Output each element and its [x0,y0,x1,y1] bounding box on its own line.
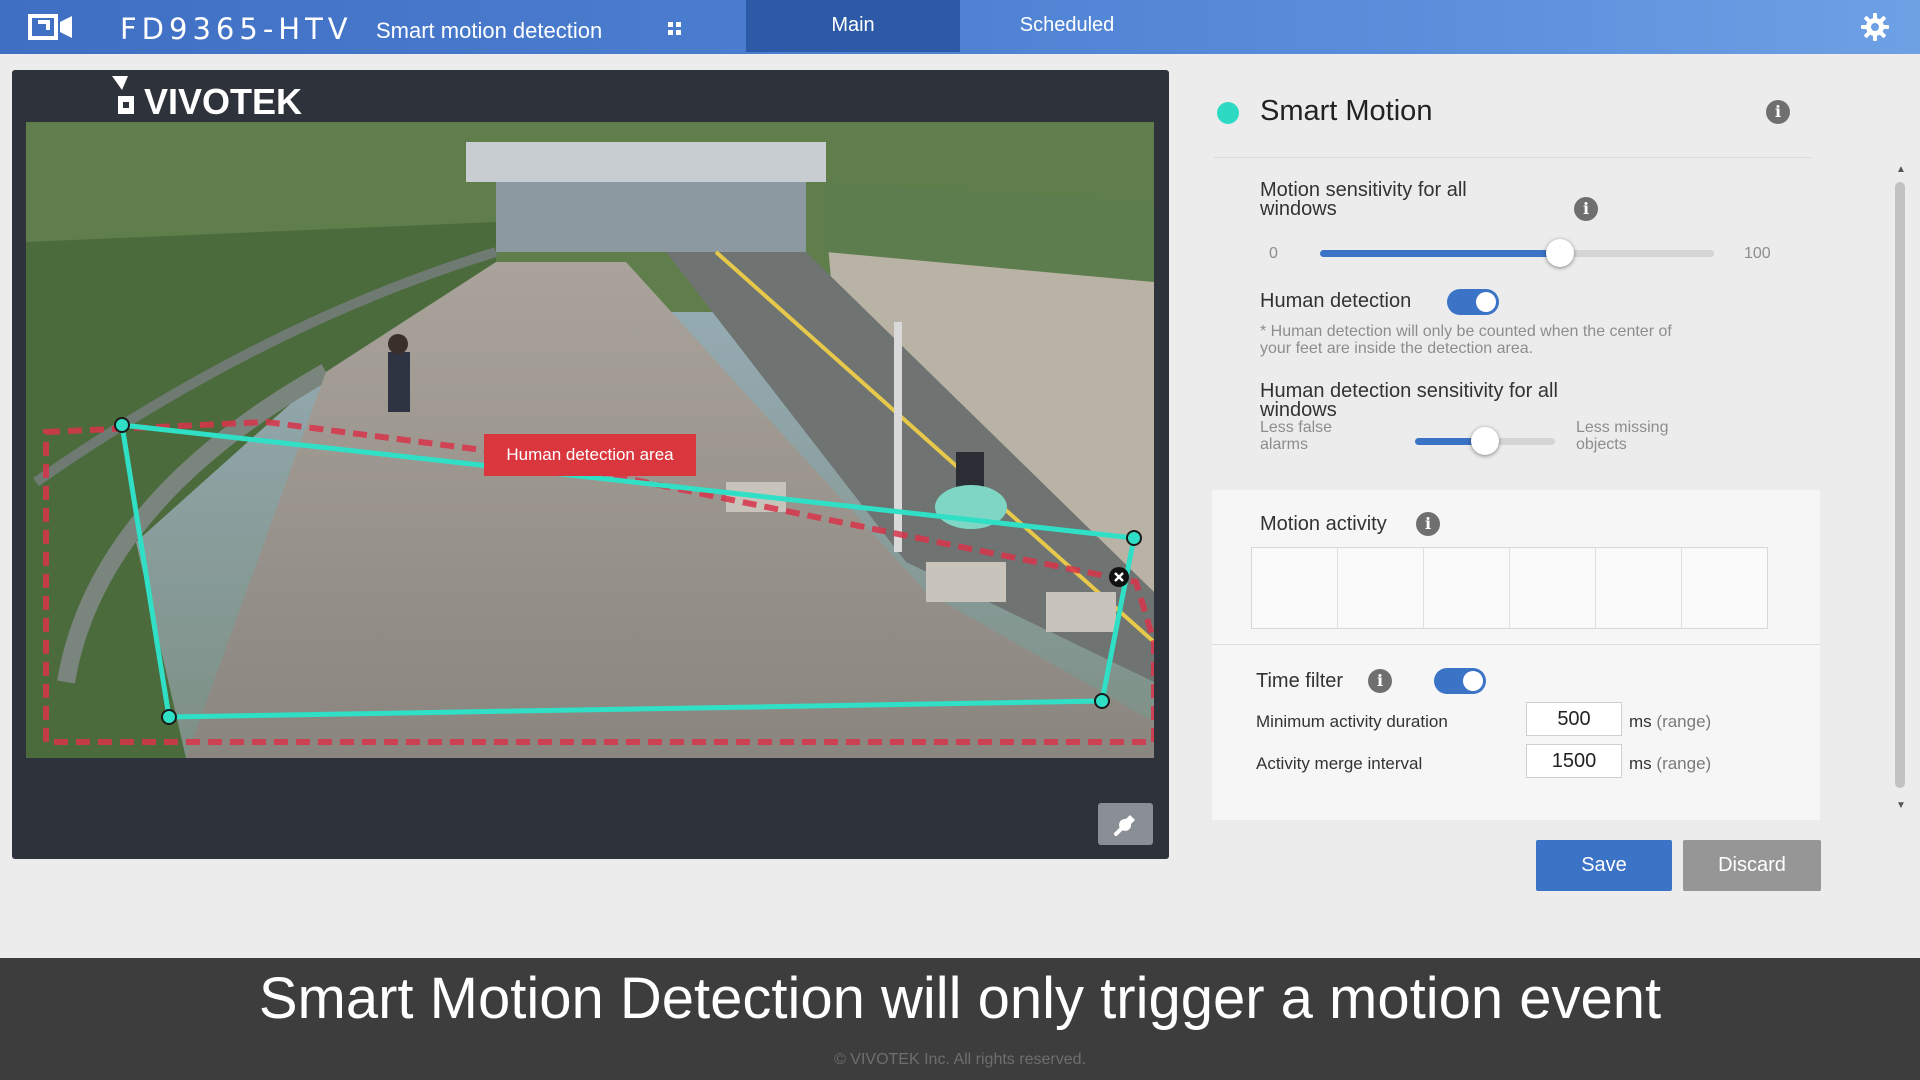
less-missing-objects-line1: Less missing [1576,419,1669,436]
unit-ms: ms [1629,754,1652,773]
slider-thumb[interactable] [1471,427,1499,455]
zone-label: Human detection area [484,434,696,476]
page-title: Smart motion detection [376,18,603,43]
slider-min-label: 0 [1269,245,1278,262]
tab-scheduled[interactable]: Scheduled [960,0,1174,52]
motion-activity-graph [1251,547,1768,629]
unit-range: (range) [1656,712,1712,731]
less-false-alarms-line1: Less false [1260,419,1333,436]
device-model: FD9365-HTV [120,12,353,46]
human-detection-label: Human detection [1260,290,1412,312]
motion-activity-label: Motion activity [1260,513,1387,535]
edit-zone-button[interactable] [1098,803,1153,845]
human-detection-note-line2: your feet are inside the detection area. [1260,340,1534,357]
smart-motion-title: Smart Motion [1260,95,1433,127]
sensitivity-label-line1: Motion sensitivity for all [1260,179,1467,201]
close-icon[interactable] [1109,567,1129,587]
human-detection-note-line1: * Human detection will only be counted w… [1260,323,1672,340]
sensitivity-label-line2: windows [1260,198,1337,220]
toggle-knob [1463,671,1483,691]
video-panel: VIVOTEK Human detection area [12,70,1169,859]
tab-main[interactable]: Main [746,0,960,52]
gear-icon[interactable] [1860,12,1890,42]
slider-max-label: 100 [1744,245,1771,262]
info-icon[interactable]: i [1574,197,1598,221]
scrollbar-thumb[interactable] [1895,182,1905,788]
merge-interval-input[interactable] [1526,744,1622,778]
info-icon[interactable]: i [1368,669,1392,693]
brand-text: VIVOTEK [144,81,302,122]
wrench-icon [1113,815,1135,836]
unit-ms: ms [1629,712,1652,731]
time-filter-label: Time filter [1256,670,1344,692]
status-indicator [1217,102,1239,124]
human-detection-toggle[interactable] [1447,289,1499,315]
human-sensitivity-label-line1: Human detection sensitivity for all [1260,380,1558,402]
human-sensitivity-slider[interactable] [1415,427,1555,455]
caption-text: Smart Motion Detection will only trigger… [258,966,1662,1031]
scroll-down-icon[interactable]: ▼ [1896,800,1906,811]
divider [1212,644,1820,645]
camera-logo-icon [28,14,72,40]
scroll-up-icon[interactable]: ▲ [1896,164,1906,175]
top-bar: FD9365-HTV Smart motion detection Main S… [0,0,1920,54]
motion-sensitivity-slider[interactable] [1320,239,1714,267]
time-filter-toggle[interactable] [1434,668,1486,694]
copyright: © VIVOTEK Inc. All rights reserved. [834,1051,1086,1068]
slider-fill [1320,250,1561,257]
divider [1214,157,1812,158]
min-duration-input[interactable] [1526,702,1622,736]
merge-interval-label: Activity merge interval [1256,754,1423,773]
grid-icon[interactable] [668,22,682,36]
save-button[interactable]: Save [1536,840,1672,891]
toggle-knob [1476,292,1496,312]
scrollbar[interactable] [1893,178,1907,792]
less-missing-objects-line2: objects [1576,436,1627,453]
min-duration-unit: ms (range) [1629,712,1711,732]
discard-button[interactable]: Discard [1683,840,1821,891]
merge-interval-unit: ms (range) [1629,754,1711,774]
human-sensitivity-label-line2: windows [1260,399,1337,421]
less-false-alarms-line2: alarms [1260,436,1309,453]
info-icon[interactable]: i [1416,512,1440,536]
slider-thumb[interactable] [1546,239,1575,267]
vivotek-logo: VIVOTEK [112,76,302,122]
info-icon[interactable]: i [1766,100,1790,124]
min-duration-label: Minimum activity duration [1256,712,1448,731]
unit-range: (range) [1656,754,1712,773]
